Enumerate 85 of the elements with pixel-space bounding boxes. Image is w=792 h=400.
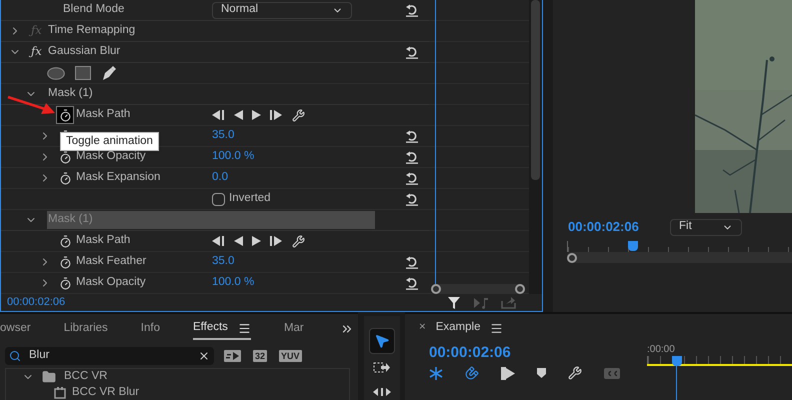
wrench-icon[interactable] <box>292 108 305 122</box>
clear-icon[interactable] <box>198 350 210 362</box>
effect-icon <box>54 387 66 399</box>
time-ruler[interactable] <box>567 241 792 252</box>
scrollbar-handle[interactable] <box>431 284 441 294</box>
tooltip: Toggle animation <box>60 132 159 151</box>
reset-icon[interactable] <box>405 4 419 16</box>
split-arrows-icon <box>372 388 390 396</box>
reset-icon[interactable] <box>405 192 419 206</box>
play-icon[interactable] <box>252 236 261 246</box>
playhead-line <box>676 366 677 400</box>
property-value[interactable]: 35.0 <box>212 127 234 145</box>
panel-tab[interactable]: Effects <box>192 318 251 340</box>
marker-icon[interactable] <box>537 368 546 378</box>
fx-icon[interactable]: ƒx <box>31 43 48 61</box>
panel-tab[interactable]: Mar <box>284 318 304 340</box>
pointer-arrow <box>7 95 57 115</box>
menu-icon[interactable] <box>490 322 504 334</box>
zoom-scrollbar[interactable] <box>431 284 525 294</box>
effect-filter-badge[interactable]: 32 <box>253 350 268 362</box>
property-label: Mask Feather <box>76 254 148 270</box>
sequence-tab[interactable]: Example <box>436 319 480 337</box>
property-label: Mask Opacity <box>76 275 147 290</box>
effect-label: Gaussian Blur <box>48 44 120 60</box>
tree-item[interactable]: BCC VR Blur <box>72 384 140 400</box>
menu-icon[interactable] <box>238 322 251 334</box>
time-ruler[interactable]: :00:00 <box>647 342 792 400</box>
property-value[interactable]: 100.0 % <box>212 274 254 292</box>
zoom-scrollbar[interactable] <box>567 252 792 263</box>
wrench-icon[interactable] <box>292 234 305 248</box>
previous-keyframe-icon[interactable] <box>212 236 225 246</box>
next-keyframe-icon[interactable] <box>270 236 283 246</box>
reset-icon[interactable] <box>405 172 419 184</box>
panel-tab[interactable]: owser <box>0 318 31 340</box>
reset-icon[interactable] <box>405 276 419 290</box>
mask-label[interactable]: Mask (1) <box>47 85 93 103</box>
checkbox[interactable] <box>212 192 225 206</box>
folder-icon <box>42 370 56 384</box>
dashed-box-arrow-icon <box>372 361 390 375</box>
wrench-icon[interactable] <box>568 366 582 380</box>
search-icon <box>9 350 21 362</box>
property-label: Mask Path <box>76 107 132 122</box>
accelerated-effects-icon[interactable] <box>224 350 241 362</box>
timecode[interactable]: 00:00:02:06 <box>429 342 647 364</box>
property-label: Mask Expansion <box>76 170 162 186</box>
play-icon[interactable] <box>252 110 261 120</box>
property-value[interactable]: 100.0 % <box>212 148 254 166</box>
reset-icon[interactable] <box>405 256 419 268</box>
search-field[interactable]: Blur <box>5 347 214 365</box>
pen-icon[interactable] <box>101 65 117 81</box>
property-value[interactable]: 35.0 <box>212 253 234 271</box>
scrollbar-handle[interactable] <box>567 252 577 262</box>
add-keyframe-icon[interactable] <box>234 110 243 120</box>
checkbox-label: Inverted <box>229 191 271 206</box>
arrow-pointer-icon <box>374 333 390 349</box>
playhead-marker[interactable] <box>672 356 682 366</box>
reset-icon[interactable] <box>405 130 419 142</box>
timecode: 00:00:02:06 <box>7 295 66 310</box>
reset-icon[interactable] <box>405 46 419 58</box>
ruler-label: :00:00 <box>647 343 676 356</box>
add-keyframe-icon[interactable] <box>234 236 243 246</box>
playhead-marker[interactable] <box>628 241 638 251</box>
scrollbar-thumb[interactable] <box>531 0 540 180</box>
property-label: Blend Mode <box>63 2 126 18</box>
rectangle-mask-icon[interactable] <box>75 66 91 80</box>
effect-label: Time Remapping <box>48 23 136 38</box>
panel-tab[interactable]: Libraries <box>64 318 108 340</box>
stopwatch-icon[interactable] <box>56 106 74 124</box>
zoom-dropdown[interactable]: Fit <box>670 218 742 236</box>
timecode[interactable]: 00:00:02:06 <box>568 217 670 237</box>
previous-keyframe-icon[interactable] <box>212 110 225 120</box>
panel-tab[interactable]: Info <box>140 318 160 340</box>
property-value[interactable]: 0.0 <box>212 169 228 187</box>
blend-mode-dropdown[interactable]: Normal <box>212 2 352 18</box>
reset-icon[interactable] <box>405 150 419 164</box>
close-button[interactable]: × <box>419 319 426 337</box>
property-label: Mask Opacity <box>76 149 147 164</box>
ellipse-mask-icon[interactable] <box>47 66 65 80</box>
property-label: Mask Path <box>76 233 132 248</box>
selection-tool[interactable] <box>368 328 394 354</box>
scrollbar-handle[interactable] <box>515 284 525 294</box>
effect-filter-badge[interactable]: YUV <box>279 350 302 362</box>
magnet-icon[interactable] <box>465 366 479 380</box>
next-keyframe-icon[interactable] <box>270 110 283 120</box>
tree-item[interactable]: BCC VR <box>64 369 108 386</box>
